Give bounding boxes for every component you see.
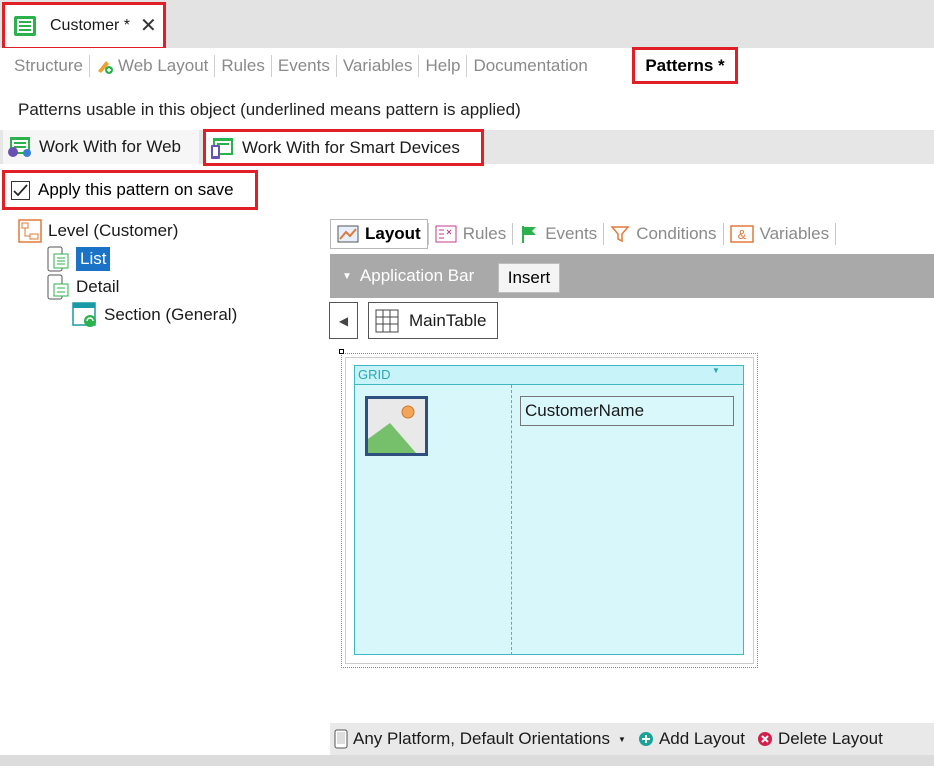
tab-rules-label: Rules bbox=[221, 56, 265, 75]
flag-icon bbox=[522, 226, 537, 243]
tab-sd-variables[interactable]: & Variables bbox=[724, 219, 836, 249]
tab-sd-conditions-label: Conditions bbox=[636, 224, 717, 243]
tab-structure-label: Structure bbox=[14, 56, 83, 75]
customername-field[interactable]: CustomerName bbox=[520, 396, 734, 426]
insert-button[interactable]: Insert bbox=[498, 263, 560, 293]
tab-sd-events-label: Events bbox=[545, 224, 598, 243]
tree-section-label: Section (General) bbox=[104, 305, 238, 324]
work-with-smart-devices-icon bbox=[211, 137, 233, 159]
tab-help-label: Help bbox=[425, 56, 461, 75]
application-bar-label: Application Bar bbox=[359, 266, 475, 285]
application-bar[interactable]: ▼ Application Bar Insert bbox=[330, 254, 934, 298]
tree-item-detail[interactable]: Detail bbox=[46, 274, 119, 300]
checkmark-icon bbox=[13, 183, 28, 196]
work-with-web-icon bbox=[8, 137, 31, 157]
tab-help[interactable]: Help bbox=[419, 54, 466, 78]
rules-icon bbox=[435, 225, 457, 243]
tree-level-label: Level (Customer) bbox=[48, 221, 179, 240]
table-icon bbox=[375, 309, 399, 332]
svg-text:&: & bbox=[737, 227, 746, 242]
delete-icon bbox=[757, 732, 772, 746]
tree-item-section[interactable]: Section (General) bbox=[72, 302, 237, 328]
tab-variables[interactable]: Variables bbox=[337, 54, 419, 78]
tree-item-list[interactable]: List bbox=[46, 246, 111, 272]
tab-web-layout[interactable]: Web Layout bbox=[90, 54, 214, 78]
add-layout-button[interactable]: Add Layout bbox=[638, 729, 745, 749]
tab-patterns[interactable]: Patterns * bbox=[632, 47, 738, 84]
pattern-tab-work-with-smart-devices[interactable]: Work With for Smart Devices bbox=[203, 129, 484, 166]
maintable-button[interactable]: MainTable bbox=[368, 302, 498, 339]
tab-documentation[interactable]: Documentation bbox=[467, 54, 593, 78]
apply-pattern-label: Apply this pattern on save bbox=[38, 180, 234, 199]
platform-selector[interactable]: Any Platform, Default Orientations ▼ bbox=[334, 729, 626, 749]
list-panel-icon bbox=[47, 246, 69, 272]
chevron-left-icon: ◀ bbox=[338, 313, 349, 328]
tab-variables-label: Variables bbox=[342, 56, 413, 75]
tab-sd-variables-label: Variables bbox=[759, 224, 830, 243]
platform-label: Any Platform, Default Orientations bbox=[353, 729, 611, 748]
maintable-label: MainTable bbox=[409, 310, 487, 330]
variables-icon: & bbox=[729, 225, 754, 243]
object-tabs: Structure Web Layout Rules Events Variab… bbox=[0, 48, 934, 84]
level-icon bbox=[18, 219, 42, 243]
tab-web-layout-label: Web Layout bbox=[117, 56, 209, 75]
apply-pattern-checkbox-row[interactable]: Apply this pattern on save bbox=[2, 170, 258, 210]
tree-detail-label: Detail bbox=[76, 277, 120, 296]
pattern-tab-smart-devices-label: Work With for Smart Devices bbox=[242, 137, 460, 157]
add-icon bbox=[638, 732, 653, 746]
tab-structure[interactable]: Structure bbox=[8, 54, 89, 78]
document-tab-customer[interactable]: Customer * ✕ bbox=[2, 2, 166, 50]
bottom-scroll-strip bbox=[0, 755, 934, 766]
tab-layout[interactable]: Layout bbox=[330, 219, 428, 249]
detail-panel-icon bbox=[47, 274, 69, 300]
grid-header bbox=[355, 366, 743, 385]
grid-title: GRID bbox=[358, 367, 391, 382]
add-layout-label: Add Layout bbox=[658, 729, 745, 748]
close-icon[interactable]: ✕ bbox=[140, 16, 157, 36]
tab-sd-conditions[interactable]: Conditions bbox=[604, 219, 722, 249]
back-button[interactable]: ◀ bbox=[329, 302, 358, 339]
device-icon bbox=[334, 729, 348, 749]
tab-separator bbox=[835, 223, 837, 245]
grid-dropdown-icon[interactable]: ▼ bbox=[712, 366, 720, 375]
tree-item-level[interactable]: Level (Customer) bbox=[18, 218, 178, 244]
layout-bottom-bar: Any Platform, Default Orientations ▼ Add… bbox=[330, 723, 934, 755]
web-layout-icon bbox=[97, 61, 113, 74]
grid-column-divider bbox=[511, 385, 512, 655]
layout-subtabs: Layout Rules Events Conditions & Variabl… bbox=[330, 216, 934, 252]
dropdown-arrow-icon: ▼ bbox=[618, 734, 626, 744]
delete-layout-label: Delete Layout bbox=[777, 729, 883, 748]
tab-layout-label: Layout bbox=[365, 224, 421, 243]
section-icon bbox=[72, 302, 96, 327]
transaction-icon bbox=[14, 16, 36, 36]
resize-handle[interactable] bbox=[339, 349, 344, 354]
image-placeholder-icon[interactable] bbox=[364, 395, 429, 457]
document-tab-label: Customer * bbox=[50, 17, 131, 34]
tab-events[interactable]: Events bbox=[272, 54, 336, 78]
layout-icon bbox=[337, 225, 359, 243]
delete-layout-button[interactable]: Delete Layout bbox=[757, 729, 883, 749]
tab-rules[interactable]: Rules bbox=[215, 54, 270, 78]
tab-sd-events[interactable]: Events bbox=[513, 219, 603, 249]
tab-sd-rules[interactable]: Rules bbox=[429, 219, 512, 249]
collapse-arrow-icon[interactable]: ▼ bbox=[342, 271, 352, 282]
tab-events-label: Events bbox=[277, 56, 330, 75]
patterns-description: Patterns usable in this object (underlin… bbox=[18, 100, 521, 119]
pattern-tab-work-with-web[interactable]: Work With for Web bbox=[3, 130, 199, 164]
tab-documentation-label: Documentation bbox=[473, 56, 588, 75]
filter-icon bbox=[610, 226, 630, 243]
pattern-tab-web-label: Work With for Web bbox=[39, 137, 182, 156]
tree-list-label: List bbox=[76, 247, 111, 271]
tab-sd-rules-label: Rules bbox=[462, 224, 507, 243]
apply-pattern-checkbox[interactable] bbox=[11, 180, 30, 200]
